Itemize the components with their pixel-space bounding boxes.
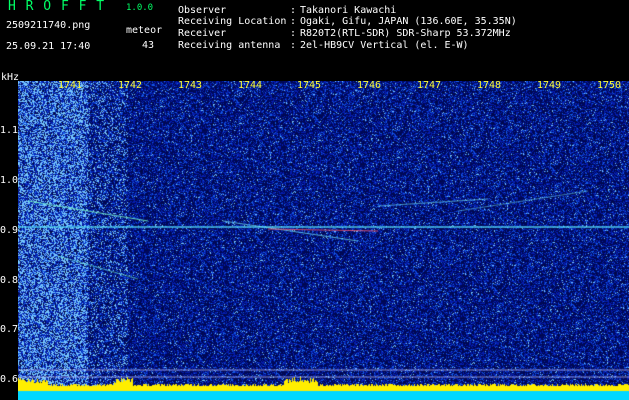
x-tick-label: 1742	[118, 80, 143, 91]
capture-filename: 2509211740.png	[6, 20, 91, 31]
x-tick-label: 1744	[238, 80, 263, 91]
x-tick-label: 1746	[357, 80, 382, 91]
y-tick-label: 0.9	[0, 225, 19, 236]
y-tick-label: 0.6	[0, 374, 19, 385]
hrofft-window: { "app": {"title": "H R O F F T", "versi…	[0, 0, 629, 400]
x-tick-label: 1749	[537, 80, 562, 91]
info-key-location: Receiving Location	[178, 16, 287, 27]
spectrogram-canvas	[18, 81, 629, 400]
x-tick-label: 1743	[178, 80, 203, 91]
info-value-observer: Takanori Kawachi	[300, 5, 397, 16]
info-key-observer: Observer	[178, 5, 227, 16]
info-colon: :	[290, 28, 297, 39]
info-value-receiver: R820T2(RTL-SDR) SDR-Sharp 53.372MHz	[300, 28, 511, 39]
info-key-receiver: Receiver	[178, 28, 227, 39]
info-colon: :	[290, 40, 297, 51]
info-value-antenna: 2el-HB9CV Vertical (el. E-W)	[300, 40, 469, 51]
x-tick-label: 1750	[597, 80, 622, 91]
x-tick-label: 1745	[297, 80, 322, 91]
y-axis-label: kHz	[1, 72, 20, 83]
app-version: 1.0.0	[126, 3, 154, 13]
y-tick-label: 0.7	[0, 324, 19, 335]
meteor-count: 43	[142, 40, 155, 51]
info-key-antenna: Receiving antenna	[178, 40, 281, 51]
app-title: H R O F F T	[8, 0, 106, 14]
info-colon: :	[290, 5, 297, 16]
capture-datetime: 25.09.21 17:40	[6, 41, 91, 52]
x-tick-label: 1748	[477, 80, 502, 91]
x-tick-label: 1741	[58, 80, 83, 91]
info-colon: :	[290, 16, 297, 27]
y-tick-label: 1.0	[0, 175, 19, 186]
info-value-location: Ogaki, Gifu, JAPAN (136.60E, 35.35N)	[300, 16, 517, 27]
y-tick-label: 1.1	[0, 125, 19, 136]
y-tick-label: 0.8	[0, 275, 19, 286]
meteor-label: meteor	[126, 25, 163, 36]
x-tick-label: 1747	[417, 80, 442, 91]
